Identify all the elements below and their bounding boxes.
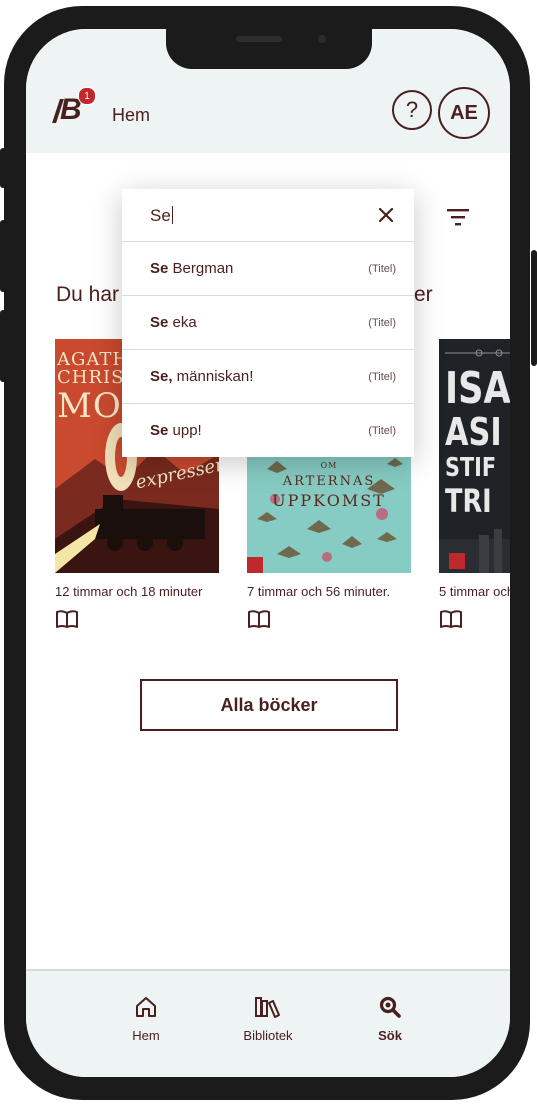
search-suggestion[interactable]: Se upp! (Titel): [122, 404, 414, 457]
suggestion-match: Se: [150, 260, 169, 277]
section-title: Du har: [56, 283, 120, 306]
avatar-initials: AE: [450, 101, 478, 124]
notification-count: 1: [84, 90, 90, 102]
side-button: [0, 148, 6, 188]
cover-line: TRI: [445, 482, 492, 520]
library-icon: [223, 995, 313, 1022]
search-suggestion[interactable]: Se, människan! (Titel): [122, 350, 414, 404]
book-duration-3: 5 timmar och: [439, 584, 510, 599]
book-cover-text: OM ARTERNAS UPPKOMST: [247, 461, 411, 510]
help-icon: ?: [405, 97, 419, 122]
suggestion-text: Se eka: [150, 314, 197, 331]
tab-home[interactable]: Hem: [101, 995, 191, 1043]
cover-line: UPPKOMST: [272, 491, 386, 510]
home-icon: [101, 995, 191, 1022]
suggestion-rest: människan!: [172, 368, 254, 385]
book-duration-1: 12 timmar och 18 minuter: [55, 584, 203, 599]
suggestion-type: (Titel): [368, 317, 396, 329]
tab-search[interactable]: Sök: [345, 995, 435, 1043]
tab-label: Sök: [378, 1028, 402, 1043]
book-cover-text: ISA ASI STIF TRI: [445, 363, 510, 520]
search-icon: [345, 995, 435, 1022]
search-value: Se: [150, 206, 173, 226]
tab-label: Bibliotek: [243, 1028, 293, 1043]
suggestion-rest: upp!: [168, 422, 202, 439]
suggestion-text: Se, människan!: [150, 368, 253, 385]
book-duration-2: 7 timmar och 56 minuter.: [247, 584, 391, 599]
open-book-icon[interactable]: [55, 609, 79, 634]
notification-badge[interactable]: 1: [78, 87, 96, 105]
search-text: Se: [150, 206, 171, 225]
volume-up-button: [0, 220, 6, 292]
suggestion-text: Se upp!: [150, 422, 202, 439]
suggestion-text: Se Bergman: [150, 260, 233, 277]
open-book-icon[interactable]: [439, 609, 463, 634]
logo[interactable]: B 1: [52, 87, 96, 127]
cover-line: STIF: [445, 453, 497, 483]
suggestion-type: (Titel): [368, 371, 396, 383]
tab-library[interactable]: Bibliotek: [223, 995, 313, 1043]
suggestion-match: Se: [150, 314, 169, 331]
app-screen: B 1 Hem ? AE Du har er AGATH CHRIS MOR e…: [26, 29, 510, 1077]
filter-icon[interactable]: [446, 207, 470, 234]
tab-label: Hem: [132, 1028, 160, 1043]
search-input[interactable]: Se: [122, 189, 414, 242]
suggestion-match: Se: [150, 422, 169, 439]
suggestion-type: (Titel): [368, 263, 396, 275]
suggestion-rest: Bergman: [168, 260, 234, 277]
open-book-icon[interactable]: [247, 609, 271, 634]
help-button[interactable]: ?: [392, 90, 432, 130]
cover-line: ASI: [445, 410, 502, 454]
search-suggestion[interactable]: Se eka (Titel): [122, 296, 414, 350]
page-title: Hem: [112, 105, 151, 125]
cover-line: OM: [320, 461, 338, 470]
camera: [318, 35, 326, 43]
power-button: [531, 250, 537, 366]
book-cover-3[interactable]: ISA ASI STIF TRI: [439, 339, 510, 573]
all-books-button[interactable]: Alla böcker: [140, 679, 398, 731]
speaker: [236, 36, 282, 42]
text-caret: [171, 206, 173, 224]
close-icon[interactable]: [378, 207, 394, 228]
avatar[interactable]: AE: [438, 87, 490, 139]
suggestion-type: (Titel): [368, 425, 396, 437]
section-title-end: er: [414, 283, 433, 306]
search-dropdown: Se Se Bergman (Titel) Se eka (Titel) Se,…: [122, 189, 414, 457]
bottom-tab-bar: Hem Bibliotek Sök: [26, 969, 510, 1077]
suggestion-rest: eka: [168, 314, 197, 331]
suggestion-match: Se,: [150, 368, 173, 385]
search-suggestion[interactable]: Se Bergman (Titel): [122, 242, 414, 296]
notch: [166, 29, 372, 69]
cover-line: ISA: [445, 363, 510, 414]
volume-down-button: [0, 310, 6, 382]
cover-line: ARTERNAS: [282, 474, 376, 489]
